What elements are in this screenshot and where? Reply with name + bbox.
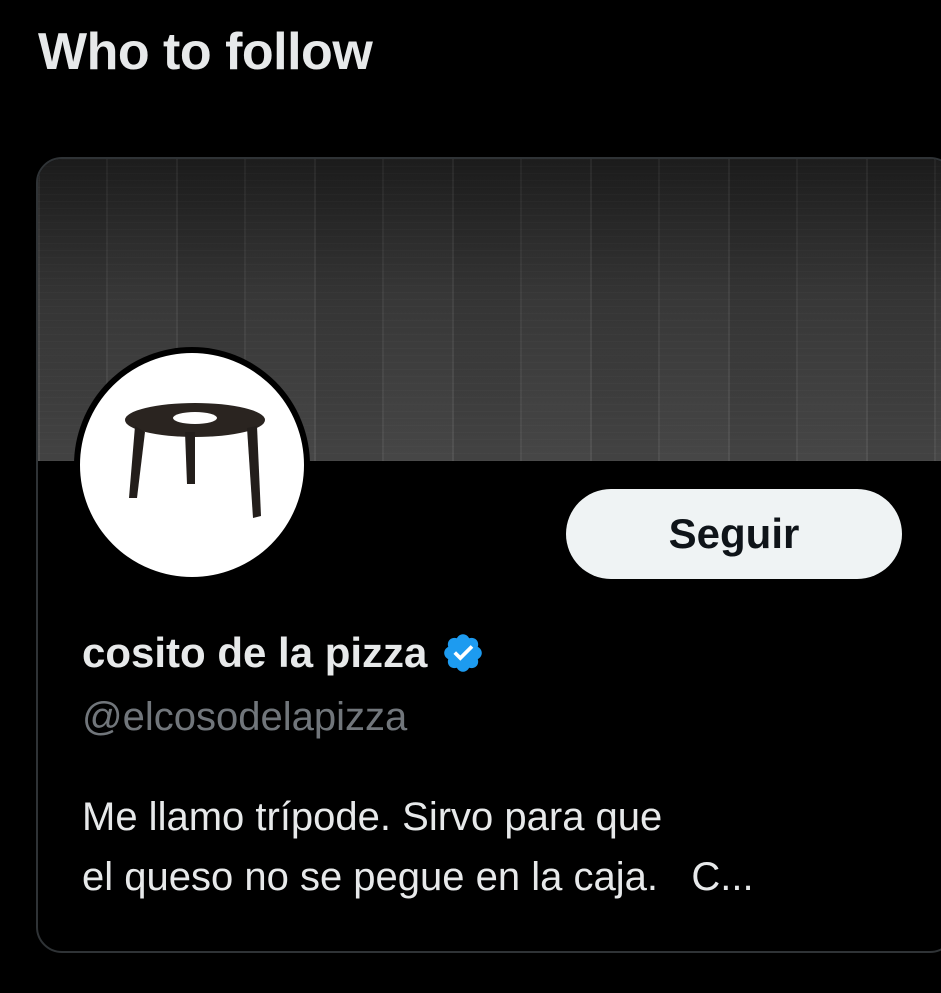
display-name[interactable]: cosito de la pizza <box>82 629 427 677</box>
user-suggestion-card[interactable]: Seguir cosito de la pizza @elcosodelapiz… <box>36 157 941 953</box>
follow-button[interactable]: Seguir <box>566 489 902 579</box>
who-to-follow-page: Who to follow Seguir cosito de la pizza … <box>0 0 941 993</box>
bio-line: Me llamo trípode. Sirvo para que <box>82 795 663 839</box>
section-title: Who to follow <box>38 23 373 81</box>
avatar[interactable] <box>74 347 310 583</box>
verified-badge-icon <box>444 634 483 672</box>
bio-line: el queso no se pegue en la caja. C... <box>82 855 754 899</box>
user-bio: Me llamo trípode. Sirvo para que el ques… <box>82 787 912 907</box>
pizza-saver-tripod-icon <box>125 403 265 518</box>
name-row: cosito de la pizza <box>82 625 485 681</box>
user-handle: @elcosodelapizza <box>82 695 408 739</box>
